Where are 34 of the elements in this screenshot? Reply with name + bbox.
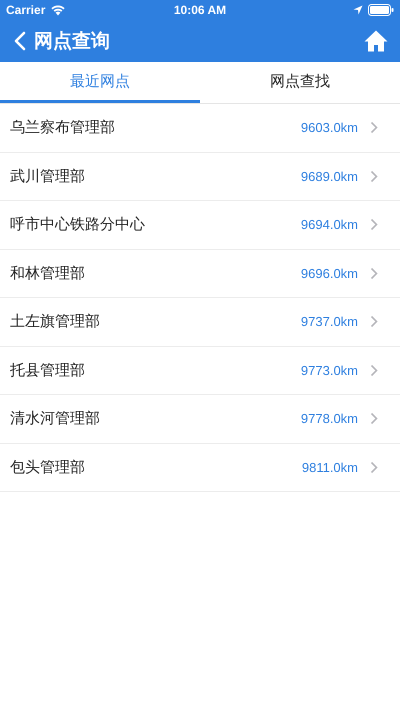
chevron-icon[interactable] [370,364,378,377]
branch-name[interactable]: 清水河管理部 [10,409,301,428]
distance: 9811.0km [302,460,358,475]
chevron-icon[interactable] [370,218,378,232]
chevron-icon[interactable] [370,266,378,280]
status-time: 10:06 AM [174,3,226,17]
branch-name[interactable]: 包头管理部 [10,458,302,477]
battery-icon [368,4,394,16]
carrier-name: Carrier [6,3,46,17]
tab[interactable]: 网点查找 [200,62,400,103]
page-title: 网点查询 [34,29,111,54]
distance: 9778.0km [300,411,358,426]
wifi-icon [50,4,66,16]
distance: 9737.0km [300,314,358,330]
location-arrow-icon [353,5,363,15]
distance: 9696.0km [300,266,358,281]
home-icon[interactable] [364,30,388,52]
tab[interactable]: 最近网点 [0,62,200,103]
branch-name[interactable]: 土左旗管理部 [10,312,301,332]
distance: 9694.0km [300,217,358,232]
branch-name[interactable]: 武川管理部 [10,166,301,186]
chevron-icon[interactable] [370,315,378,328]
distance: 9603.0km [300,120,358,136]
branch-name[interactable]: 和林管理部 [10,264,301,283]
chevron-icon[interactable] [370,170,378,183]
distance: 9689.0km [300,168,358,184]
distance: 9773.0km [300,362,358,378]
chevron-icon[interactable] [370,460,378,474]
branch-name[interactable]: 托县管理部 [10,360,301,380]
chevron-icon[interactable] [370,121,378,134]
chevron-icon[interactable] [370,412,378,426]
branch-name[interactable]: 呼市中心铁路分中心 [10,215,301,234]
back-button[interactable] [14,31,26,51]
branch-name[interactable]: 乌兰察布管理部 [10,118,301,138]
